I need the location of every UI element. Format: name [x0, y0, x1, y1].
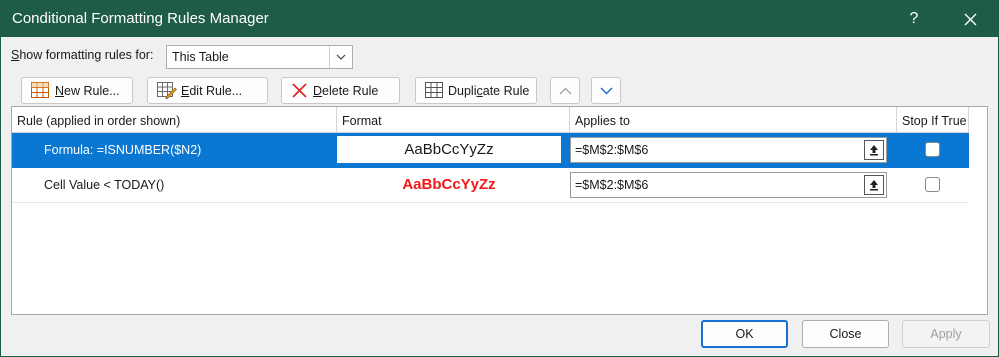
rule-row[interactable]: Cell Value < TODAY() AaBbCcYyZz =$M$2:$M… — [12, 168, 969, 203]
column-header-stop-if-true[interactable]: Stop If True — [897, 107, 969, 133]
apply-button[interactable]: Apply — [902, 320, 990, 348]
format-preview-text: AaBbCcYyZz — [404, 141, 494, 158]
chevron-down-icon — [600, 87, 613, 95]
rule-row[interactable]: Formula: =ISNUMBER($N2) AaBbCcYyZz =$M$2… — [12, 133, 969, 168]
delete-rule-button[interactable]: Delete Rule — [281, 77, 400, 104]
rules-list: Rule (applied in order shown) Format App… — [11, 106, 988, 315]
applies-to-value: =$M$2:$M$6 — [575, 143, 649, 157]
rules-toolbar: New Rule... Edit Rule... Delete Rule Dup… — [11, 74, 988, 106]
close-icon — [964, 13, 977, 26]
range-select-button[interactable] — [864, 140, 884, 160]
dropdown-arrow[interactable] — [329, 46, 352, 68]
new-rule-button[interactable]: New Rule... — [21, 77, 133, 104]
format-preview: AaBbCcYyZz — [337, 136, 561, 163]
close-button[interactable]: Close — [802, 320, 889, 348]
new-rule-icon — [31, 82, 49, 98]
applies-to-field[interactable]: =$M$2:$M$6 — [570, 137, 887, 163]
chevron-down-icon — [336, 54, 346, 60]
format-preview: AaBbCcYyZz — [337, 171, 561, 198]
column-header-rule[interactable]: Rule (applied in order shown) — [12, 107, 337, 133]
help-button[interactable]: ? — [899, 5, 929, 33]
chevron-up-icon — [559, 87, 572, 95]
applies-to-field[interactable]: =$M$2:$M$6 — [570, 172, 887, 198]
column-header-applies-to[interactable]: Applies to — [570, 107, 897, 133]
dialog-title: Conditional Formatting Rules Manager — [12, 10, 269, 27]
duplicate-rule-icon — [425, 82, 443, 98]
new-rule-label: New Rule... — [55, 84, 120, 98]
delete-rule-label: Delete Rule — [313, 84, 379, 98]
applies-to-value: =$M$2:$M$6 — [575, 178, 649, 192]
collapse-dialog-icon — [870, 145, 878, 156]
edit-rule-icon — [157, 82, 177, 99]
scope-label: Show formatting rules for: — [11, 48, 154, 62]
rule-description: Cell Value < TODAY() — [44, 178, 165, 192]
collapse-dialog-icon — [870, 180, 878, 191]
help-icon: ? — [909, 10, 919, 27]
rule-description: Formula: =ISNUMBER($N2) — [44, 143, 202, 157]
edit-rule-button[interactable]: Edit Rule... — [147, 77, 268, 104]
edit-rule-label: Edit Rule... — [181, 84, 243, 98]
title-bar: Conditional Formatting Rules Manager ? — [1, 1, 998, 37]
delete-x-icon — [292, 83, 307, 98]
move-down-button[interactable] — [591, 77, 621, 104]
column-header-format[interactable]: Format — [337, 107, 570, 133]
move-up-button[interactable] — [550, 77, 580, 104]
close-window-button[interactable] — [953, 5, 987, 33]
ok-button[interactable]: OK — [701, 320, 788, 348]
stop-if-true-checkbox[interactable] — [925, 177, 940, 192]
stop-if-true-checkbox[interactable] — [925, 142, 940, 157]
scope-dropdown[interactable]: This Table — [166, 45, 353, 69]
scope-value: This Table — [172, 50, 229, 64]
conditional-formatting-dialog: Conditional Formatting Rules Manager ? S… — [0, 0, 999, 357]
duplicate-rule-label: Duplicate Rule — [448, 84, 530, 98]
duplicate-rule-button[interactable]: Duplicate Rule — [415, 77, 537, 104]
format-preview-text: AaBbCcYyZz — [402, 176, 496, 193]
range-select-button[interactable] — [864, 175, 884, 195]
